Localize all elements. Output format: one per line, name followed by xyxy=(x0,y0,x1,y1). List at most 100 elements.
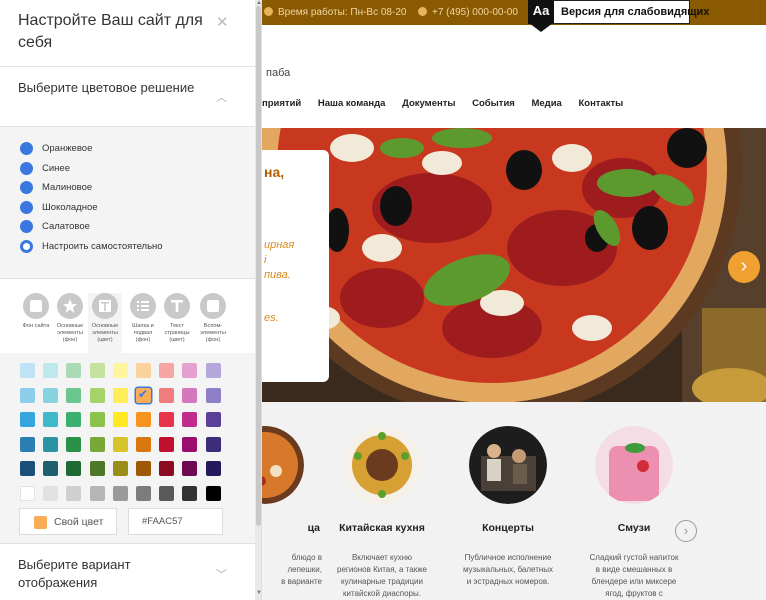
color-swatch[interactable] xyxy=(159,387,175,403)
color-swatch[interactable] xyxy=(112,387,128,403)
custom-color-button[interactable]: Свой цвет xyxy=(19,508,117,535)
tab-main-elements-color[interactable]: Основные элементы (цвет) xyxy=(88,293,122,354)
scroll-down-icon[interactable]: ▼ xyxy=(256,590,261,596)
accessibility-label: Версия для слабовидящих xyxy=(561,6,710,18)
nav-item-events[interactable]: События xyxy=(472,98,515,109)
color-swatch[interactable] xyxy=(89,461,105,476)
color-swatch[interactable] xyxy=(20,436,35,452)
color-swatch[interactable] xyxy=(89,387,105,403)
radio-dot xyxy=(20,142,33,155)
color-swatch[interactable] xyxy=(43,436,59,452)
feature-desc: Включает кухню регионов Китая, а также к… xyxy=(337,553,427,598)
color-swatch[interactable] xyxy=(89,412,105,427)
color-swatch[interactable] xyxy=(182,387,198,403)
checkmark-icon: ✔ xyxy=(138,386,149,401)
color-swatch[interactable] xyxy=(182,436,198,452)
feature-card[interactable]: Китайская кухня Включает кухню регионов … xyxy=(317,426,447,600)
color-swatch[interactable] xyxy=(89,485,105,501)
color-swatch[interactable] xyxy=(182,363,198,378)
close-icon[interactable]: ✕ xyxy=(216,13,229,31)
site-brand-fragment: паба xyxy=(266,67,291,79)
panel-scrollbar[interactable]: ▲ ▼ xyxy=(255,0,261,600)
scroll-thumb[interactable] xyxy=(256,6,261,526)
color-swatch[interactable] xyxy=(20,485,35,501)
color-swatch[interactable] xyxy=(43,485,59,501)
color-swatch[interactable] xyxy=(159,412,175,427)
color-swatch[interactable] xyxy=(205,461,221,476)
tab-header-footer-bg[interactable]: Шапка и подвал (фон) xyxy=(126,293,160,344)
color-swatch[interactable] xyxy=(136,485,151,501)
color-swatch[interactable] xyxy=(43,387,59,403)
color-swatch[interactable] xyxy=(159,485,175,501)
color-scheme-header[interactable]: Выберите цветовое решение ︿ xyxy=(0,66,255,127)
slider-next-button[interactable]: › xyxy=(728,251,760,283)
chevron-right-icon: › xyxy=(740,255,748,277)
feature-desc: Сладкий густой напиток в виде смешанных … xyxy=(589,553,679,598)
color-swatch[interactable] xyxy=(43,412,59,427)
color-swatch[interactable] xyxy=(159,461,175,476)
color-swatch[interactable] xyxy=(112,412,128,427)
hero-text-tail: es. xyxy=(264,312,279,324)
color-swatch[interactable] xyxy=(136,436,151,452)
color-swatch[interactable] xyxy=(182,485,198,501)
color-swatch[interactable] xyxy=(20,363,35,378)
color-swatch[interactable] xyxy=(205,436,221,452)
feature-title: Концерты xyxy=(482,522,534,534)
phone-number[interactable]: +7 (495) 000-00-00 xyxy=(418,7,518,18)
feature-card[interactable]: Смузи Сладкий густой напиток в виде смеш… xyxy=(569,426,699,600)
color-swatch[interactable] xyxy=(66,412,82,427)
tab-main-elements-bg[interactable]: Основные элементы (фон) xyxy=(53,293,87,344)
radio-dot xyxy=(20,201,33,214)
accessibility-version-button[interactable]: Aa Версия для слабовидящих xyxy=(528,0,709,32)
color-swatch[interactable] xyxy=(159,363,175,378)
color-swatch[interactable] xyxy=(205,485,221,501)
tab-page-text-color[interactable]: Текст страницы (цвет) xyxy=(160,293,194,344)
color-swatch[interactable] xyxy=(66,436,82,452)
cards-next-button[interactable]: › xyxy=(675,520,697,542)
phone-icon xyxy=(418,7,427,16)
nav-item-team[interactable]: Наша команда xyxy=(318,98,386,109)
section-title: Выберите вариант отображения xyxy=(18,557,131,590)
color-swatch[interactable] xyxy=(136,363,151,378)
color-swatch[interactable]: ✔ xyxy=(136,386,151,403)
color-swatch[interactable] xyxy=(20,412,35,427)
color-swatch[interactable] xyxy=(43,461,59,476)
hero-slider xyxy=(262,128,766,402)
color-swatch[interactable] xyxy=(205,363,221,378)
color-swatch[interactable] xyxy=(182,461,198,476)
color-swatch[interactable] xyxy=(66,387,82,403)
color-swatch[interactable] xyxy=(20,387,35,403)
nav-item-services[interactable]: приятий xyxy=(262,98,301,109)
color-palette-area: ✔ Свой цвет #FAAC57 xyxy=(0,353,255,543)
color-swatch[interactable] xyxy=(112,485,128,501)
tab-site-background[interactable]: Фон сайта xyxy=(19,293,53,330)
text-icon xyxy=(164,293,190,319)
square-icon xyxy=(23,293,49,319)
nav-item-media[interactable]: Медиа xyxy=(531,98,561,109)
color-swatch[interactable] xyxy=(136,461,151,476)
color-swatch[interactable] xyxy=(112,363,128,378)
nav-item-contacts[interactable]: Контакты xyxy=(578,98,623,109)
display-variant-header[interactable]: Выберите вариант отображения ﹀ xyxy=(0,543,255,600)
color-swatch[interactable] xyxy=(205,412,221,427)
feature-card[interactable]: Концерты Публичное исполнение музыкальны… xyxy=(443,426,573,588)
color-swatch[interactable] xyxy=(159,436,175,452)
nav-item-documents[interactable]: Документы xyxy=(402,98,455,109)
hex-color-input[interactable]: #FAAC57 xyxy=(128,508,223,535)
hero-text: ирная і пива. xyxy=(264,239,295,281)
color-swatch[interactable] xyxy=(66,461,82,476)
color-swatch[interactable] xyxy=(89,436,105,452)
color-swatch[interactable] xyxy=(66,363,82,378)
color-swatch[interactable] xyxy=(43,363,59,378)
color-swatch[interactable] xyxy=(205,387,221,403)
color-swatch[interactable] xyxy=(112,461,128,476)
color-swatch[interactable] xyxy=(182,412,198,427)
tab-aux-elements-bg[interactable]: Вспом-элементы (фон) xyxy=(196,293,230,344)
color-swatch[interactable] xyxy=(66,485,82,501)
color-swatch[interactable] xyxy=(136,412,151,427)
features-section: ца блюдо в лепешки, в варианте Китайская… xyxy=(226,402,766,600)
pizza-image xyxy=(262,128,766,402)
color-swatch[interactable] xyxy=(20,461,35,476)
color-swatch[interactable] xyxy=(89,363,105,378)
color-swatch[interactable] xyxy=(112,436,128,452)
